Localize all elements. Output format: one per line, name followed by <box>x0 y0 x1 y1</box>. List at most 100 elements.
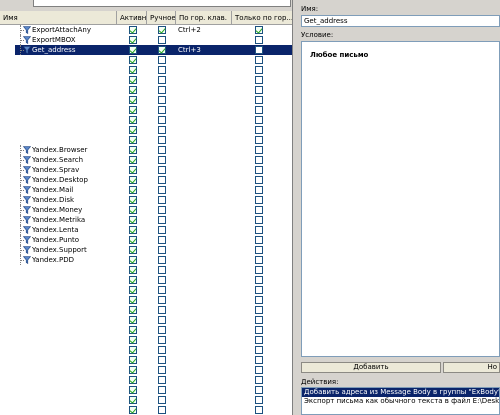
table-row[interactable] <box>0 385 292 395</box>
manual-checkbox[interactable] <box>158 66 166 74</box>
table-row[interactable] <box>0 335 292 345</box>
active-checkbox[interactable] <box>129 176 137 184</box>
only-checkbox[interactable] <box>255 316 263 324</box>
manual-checkbox[interactable] <box>158 356 166 364</box>
manual-checkbox[interactable] <box>158 406 166 414</box>
manual-checkbox[interactable] <box>158 256 166 264</box>
active-checkbox[interactable] <box>129 96 137 104</box>
only-checkbox[interactable] <box>255 356 263 364</box>
manual-checkbox[interactable] <box>158 336 166 344</box>
manual-checkbox[interactable] <box>158 226 166 234</box>
active-checkbox[interactable] <box>129 106 137 114</box>
manual-checkbox[interactable] <box>158 36 166 44</box>
only-checkbox[interactable] <box>255 306 263 314</box>
active-checkbox[interactable] <box>129 76 137 84</box>
only-checkbox[interactable] <box>255 396 263 404</box>
table-row[interactable] <box>0 65 292 75</box>
rule-name-field[interactable]: Get_address <box>301 15 500 27</box>
active-checkbox[interactable] <box>129 256 137 264</box>
table-row[interactable] <box>0 345 292 355</box>
only-checkbox[interactable] <box>255 216 263 224</box>
only-checkbox[interactable] <box>255 96 263 104</box>
active-checkbox[interactable] <box>129 156 137 164</box>
table-row[interactable] <box>0 305 292 315</box>
table-row[interactable]: Yandex.PDD <box>0 255 292 265</box>
add-button[interactable]: Добавить <box>301 362 441 373</box>
only-checkbox[interactable] <box>255 256 263 264</box>
active-checkbox[interactable] <box>129 86 137 94</box>
table-row[interactable]: Yandex.Metrika <box>0 215 292 225</box>
only-checkbox[interactable] <box>255 106 263 114</box>
active-checkbox[interactable] <box>129 226 137 234</box>
table-row[interactable] <box>0 55 292 65</box>
active-checkbox[interactable] <box>129 286 137 294</box>
table-row[interactable] <box>0 365 292 375</box>
table-row[interactable] <box>0 75 292 85</box>
manual-checkbox[interactable] <box>158 386 166 394</box>
active-checkbox[interactable] <box>129 26 137 34</box>
only-checkbox[interactable] <box>255 246 263 254</box>
table-row[interactable] <box>0 125 292 135</box>
manual-checkbox[interactable] <box>158 186 166 194</box>
table-row[interactable] <box>0 355 292 365</box>
only-checkbox[interactable] <box>255 126 263 134</box>
table-row[interactable]: Yandex.Disk <box>0 195 292 205</box>
manual-checkbox[interactable] <box>158 216 166 224</box>
active-checkbox[interactable] <box>129 306 137 314</box>
active-checkbox[interactable] <box>129 386 137 394</box>
active-checkbox[interactable] <box>129 216 137 224</box>
manual-checkbox[interactable] <box>158 26 166 34</box>
table-row[interactable] <box>0 275 292 285</box>
active-checkbox[interactable] <box>129 46 137 54</box>
action-item[interactable]: Добавить адреса из Message Body в группы… <box>302 388 499 397</box>
manual-checkbox[interactable] <box>158 286 166 294</box>
only-checkbox[interactable] <box>255 36 263 44</box>
active-checkbox[interactable] <box>129 406 137 414</box>
only-checkbox[interactable] <box>255 76 263 84</box>
manual-checkbox[interactable] <box>158 306 166 314</box>
column-header-active[interactable]: Активно <box>117 11 147 25</box>
only-checkbox[interactable] <box>255 176 263 184</box>
only-checkbox[interactable] <box>255 56 263 64</box>
active-checkbox[interactable] <box>129 276 137 284</box>
only-checkbox[interactable] <box>255 26 263 34</box>
table-row[interactable] <box>0 315 292 325</box>
active-checkbox[interactable] <box>129 116 137 124</box>
active-checkbox[interactable] <box>129 366 137 374</box>
active-checkbox[interactable] <box>129 196 137 204</box>
only-checkbox[interactable] <box>255 326 263 334</box>
active-checkbox[interactable] <box>129 166 137 174</box>
only-checkbox[interactable] <box>255 226 263 234</box>
only-checkbox[interactable] <box>255 236 263 244</box>
manual-checkbox[interactable] <box>158 396 166 404</box>
table-row[interactable]: Yandex.Sprav <box>0 165 292 175</box>
only-checkbox[interactable] <box>255 286 263 294</box>
only-checkbox[interactable] <box>255 406 263 414</box>
manual-checkbox[interactable] <box>158 366 166 374</box>
manual-checkbox[interactable] <box>158 276 166 284</box>
active-checkbox[interactable] <box>129 356 137 364</box>
active-checkbox[interactable] <box>129 326 137 334</box>
active-checkbox[interactable] <box>129 336 137 344</box>
only-checkbox[interactable] <box>255 296 263 304</box>
only-checkbox[interactable] <box>255 186 263 194</box>
active-checkbox[interactable] <box>129 146 137 154</box>
table-row[interactable]: Yandex.Lenta <box>0 225 292 235</box>
table-row[interactable] <box>0 85 292 95</box>
table-row[interactable]: Yandex.Support <box>0 245 292 255</box>
manual-checkbox[interactable] <box>158 136 166 144</box>
only-checkbox[interactable] <box>255 276 263 284</box>
active-checkbox[interactable] <box>129 236 137 244</box>
active-checkbox[interactable] <box>129 346 137 354</box>
active-checkbox[interactable] <box>129 56 137 64</box>
active-checkbox[interactable] <box>129 376 137 384</box>
manual-checkbox[interactable] <box>158 266 166 274</box>
table-row[interactable] <box>0 115 292 125</box>
actions-list[interactable]: Добавить адреса из Message Body в группы… <box>301 387 500 415</box>
active-checkbox[interactable] <box>129 266 137 274</box>
manual-checkbox[interactable] <box>158 76 166 84</box>
active-checkbox[interactable] <box>129 206 137 214</box>
manual-checkbox[interactable] <box>158 106 166 114</box>
only-checkbox[interactable] <box>255 376 263 384</box>
manual-checkbox[interactable] <box>158 126 166 134</box>
